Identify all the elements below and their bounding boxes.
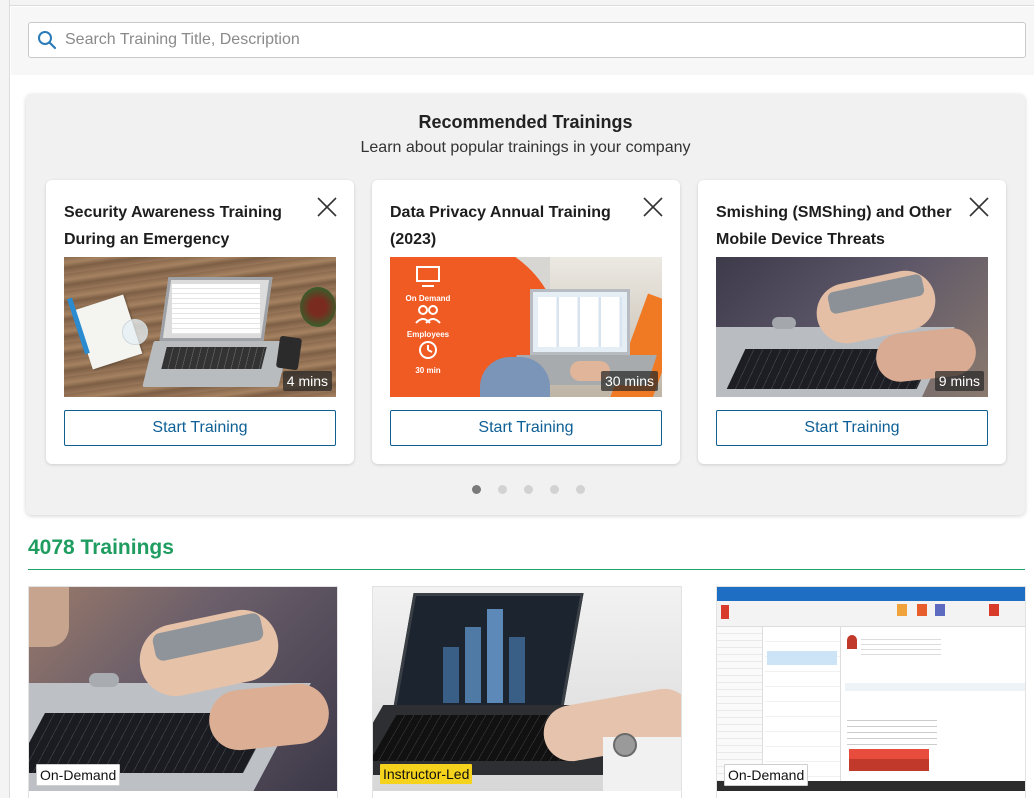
training-thumbnail[interactable] xyxy=(29,587,337,791)
training-card[interactable]: Instructor-Led xyxy=(372,586,682,798)
search-box[interactable] xyxy=(28,22,1026,58)
carousel-dot[interactable] xyxy=(472,485,481,494)
trainings-count: 4078 Trainings xyxy=(28,536,174,559)
duration-badge: 30 mins xyxy=(600,371,658,391)
close-icon[interactable] xyxy=(642,196,664,218)
start-training-button[interactable]: Start Training xyxy=(390,410,662,446)
image-label: On Demand xyxy=(405,294,451,303)
training-thumbnail[interactable]: 4 mins xyxy=(64,257,336,397)
recommended-trainings-panel: Recommended Trainings Learn about popula… xyxy=(26,94,1025,515)
training-card[interactable]: On-Demand xyxy=(716,586,1026,798)
top-strip xyxy=(0,0,1034,6)
carousel-dot[interactable] xyxy=(524,485,533,494)
search-input[interactable] xyxy=(65,25,1025,55)
training-thumbnail[interactable] xyxy=(373,587,681,791)
recommended-subtitle: Learn about popular trainings in your co… xyxy=(360,139,691,156)
recommended-title: Recommended Trainings xyxy=(418,112,633,132)
carousel-dot[interactable] xyxy=(576,485,585,494)
training-type-tag: Instructor-Led xyxy=(380,764,473,784)
close-icon[interactable] xyxy=(968,196,990,218)
training-thumbnail[interactable]: On Demand Employees 30 min 30 mins xyxy=(390,257,662,397)
search-icon xyxy=(29,23,65,57)
training-thumbnail[interactable] xyxy=(717,587,1025,791)
training-type-tag: On-Demand xyxy=(36,764,121,786)
training-card[interactable]: On-Demand xyxy=(28,586,338,798)
carousel-dot[interactable] xyxy=(550,485,559,494)
training-type-tag: On-Demand xyxy=(724,764,809,786)
training-thumbnail[interactable]: 9 mins xyxy=(716,257,988,397)
divider xyxy=(28,569,1025,570)
recommended-card: Data Privacy Annual Training (2023) On D… xyxy=(372,180,680,464)
duration-badge: 4 mins xyxy=(282,371,332,391)
image-badges: On Demand Employees 30 min xyxy=(398,265,458,375)
recommended-card: Smishing (SMShing) and Other Mobile Devi… xyxy=(698,180,1006,464)
card-title: Data Privacy Annual Training (2023) xyxy=(390,204,611,248)
image-label: Employees xyxy=(406,330,450,339)
card-title: Smishing (SMShing) and Other Mobile Devi… xyxy=(716,204,952,248)
start-training-button[interactable]: Start Training xyxy=(64,410,336,446)
left-gutter xyxy=(0,0,10,798)
card-title: Security Awareness Training During an Em… xyxy=(64,204,282,248)
close-icon[interactable] xyxy=(316,196,338,218)
carousel-dots xyxy=(26,485,1025,494)
duration-badge: 9 mins xyxy=(934,371,984,391)
start-training-button[interactable]: Start Training xyxy=(716,410,988,446)
image-label: 30 min xyxy=(415,366,441,375)
carousel-dot[interactable] xyxy=(498,485,507,494)
recommended-card: Security Awareness Training During an Em… xyxy=(46,180,354,464)
